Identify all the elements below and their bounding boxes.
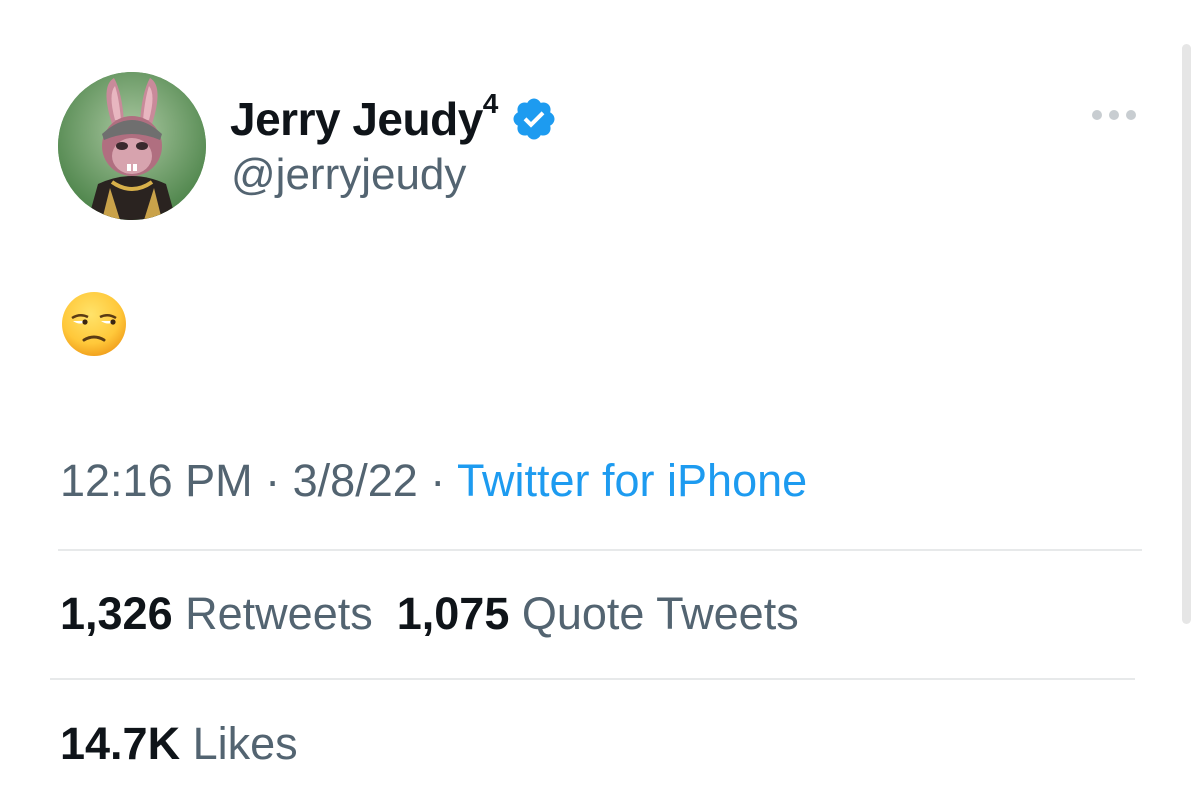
unamused-face-emoji-icon xyxy=(62,292,126,356)
author-name-row[interactable]: Jerry Jeudy4 xyxy=(230,88,558,146)
display-name-suffix: 4 xyxy=(482,87,499,119)
divider xyxy=(50,678,1135,680)
more-dot xyxy=(1109,110,1119,120)
likes-count: 14.7K xyxy=(60,718,181,769)
display-name[interactable]: Jerry Jeudy4 xyxy=(230,88,498,146)
retweets-stat[interactable]: 1,326 Retweets xyxy=(60,588,373,640)
retweets-count: 1,326 xyxy=(60,588,173,639)
divider xyxy=(58,549,1142,551)
more-dot xyxy=(1092,110,1102,120)
meta-separator: · xyxy=(430,455,446,506)
author-handle[interactable]: @jerryjeudy xyxy=(231,150,466,200)
likes-stat[interactable]: 14.7K Likes xyxy=(60,718,298,770)
meta-separator: · xyxy=(265,455,281,506)
tweet-detail: Jerry Jeudy4 @jerryjeudy 12:16 PM · 3/8/… xyxy=(0,0,1200,799)
tweet-source-link[interactable]: Twitter for iPhone xyxy=(457,455,807,506)
quote-tweets-stat[interactable]: 1,075 Quote Tweets xyxy=(397,588,799,640)
verified-badge-icon xyxy=(513,98,555,140)
tweet-stats: 1,326 Retweets 1,075 Quote Tweets xyxy=(60,588,799,640)
display-name-text: Jerry Jeudy xyxy=(230,93,483,145)
tweet-body xyxy=(60,290,140,370)
tweet-time[interactable]: 12:16 PM xyxy=(60,455,253,506)
likes-label: Likes xyxy=(192,718,298,769)
tweet-date[interactable]: 3/8/22 xyxy=(293,455,418,506)
more-horizontal-icon[interactable] xyxy=(1092,104,1138,126)
quote-tweets-count: 1,075 xyxy=(396,588,510,639)
more-dot xyxy=(1126,110,1136,120)
retweets-label: Retweets xyxy=(185,588,373,639)
bape-rabbit-avatar-icon xyxy=(58,72,206,220)
avatar[interactable] xyxy=(58,72,206,220)
quote-tweets-label: Quote Tweets xyxy=(521,588,799,639)
scrollbar[interactable] xyxy=(1182,44,1191,624)
tweet-meta: 12:16 PM · 3/8/22 · Twitter for iPhone xyxy=(60,455,807,507)
